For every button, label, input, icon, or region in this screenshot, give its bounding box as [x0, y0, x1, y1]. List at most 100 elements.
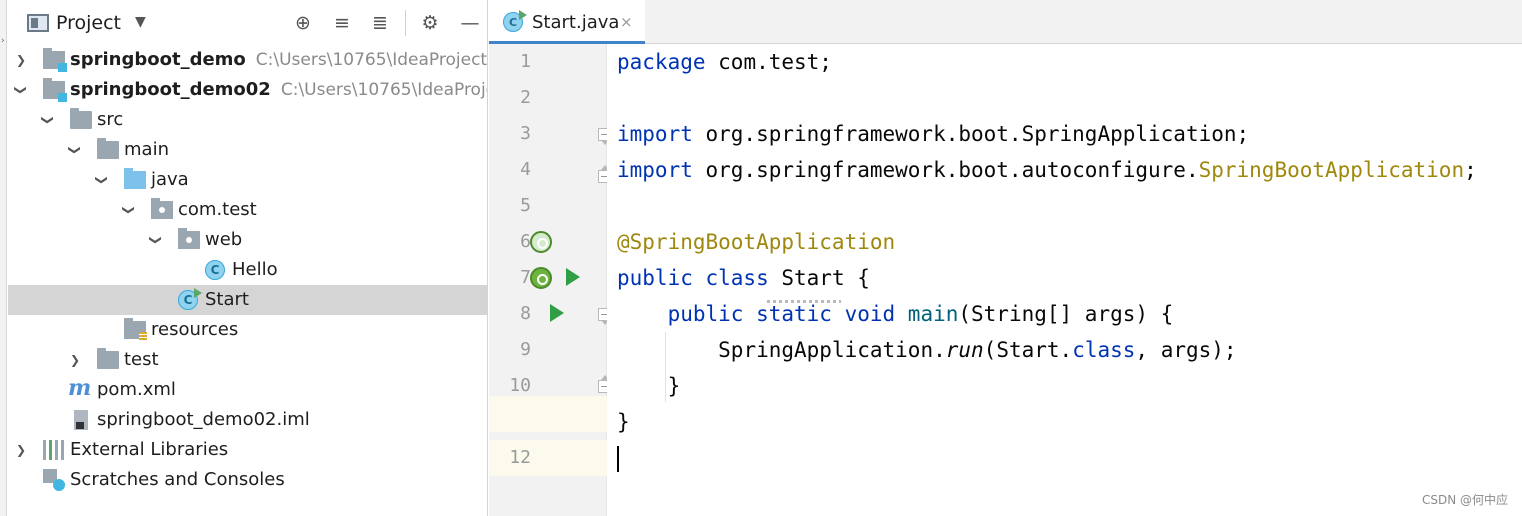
tree-item-label: web: [205, 229, 243, 250]
line-number: 2: [520, 87, 531, 108]
tree-item-scratches[interactable]: Scratches and Consoles: [8, 465, 487, 495]
tree-item-label: External Libraries: [70, 439, 229, 460]
run-icon[interactable]: [550, 304, 564, 322]
tree-item-springboot-demo02[interactable]: ❯ springboot_demo02 C:\Users\10765\IdeaPr…: [6, 75, 488, 105]
code-line-1: package com.test;: [617, 50, 832, 74]
tree-item-label: com.test: [178, 199, 257, 220]
tree-item-com-test[interactable]: ❯ com.test: [8, 195, 487, 225]
tree-item-hello[interactable]: C Hello: [8, 255, 487, 285]
tab-start-java[interactable]: C Start.java ×: [489, 0, 645, 44]
code-area[interactable]: package com.test; import org.springframe…: [607, 44, 1522, 516]
code-line-9: SpringApplication.run(Start.class, args)…: [718, 338, 1237, 362]
run-icon[interactable]: [566, 268, 580, 286]
chevron-down-icon[interactable]: ❯: [87, 173, 117, 187]
locate-icon[interactable]: ⊕: [290, 10, 316, 36]
collapse-all-icon[interactable]: ≣: [367, 10, 393, 36]
project-view-icon: [27, 14, 49, 32]
chevron-right-icon[interactable]: ❯: [68, 345, 82, 375]
tree-item-label: springboot_demo02.iml: [97, 409, 310, 430]
folder-icon: [97, 348, 119, 369]
spring-boot-app-gutter-icon[interactable]: [530, 267, 552, 289]
code-line-3: import org.springframework.boot.SpringAp…: [617, 122, 1250, 146]
code-line-4: import org.springframework.boot.autoconf…: [617, 158, 1477, 182]
code-line-10: }: [617, 374, 681, 398]
tree-item-label: springboot_demo02 C:\Users\10765\IdeaProj…: [70, 79, 488, 100]
class-icon: C: [205, 260, 225, 280]
tree-item-web[interactable]: ❯ web: [8, 225, 487, 255]
code-line-7: public class Start {: [617, 266, 870, 290]
close-icon[interactable]: ×: [620, 13, 633, 31]
tree-item-resources[interactable]: resources: [8, 315, 487, 345]
iml-file-icon: [74, 410, 88, 430]
panel-title[interactable]: Project: [56, 12, 121, 34]
tree-item-iml[interactable]: springboot_demo02.iml: [8, 405, 487, 435]
code-line-6: @SpringBootApplication: [617, 230, 896, 254]
editor-tab-bar: C Start.java ×: [489, 0, 1522, 44]
tree-item-label: Start: [205, 289, 249, 310]
editor-gutter[interactable]: 1 2 3 4 5 6 7 8 9 10 11 12: [489, 44, 611, 516]
spring-bean-gutter-icon[interactable]: [530, 231, 552, 253]
runnable-class-icon: C: [178, 288, 202, 310]
line-number: 9: [520, 339, 531, 360]
tree-item-label: Scratches and Consoles: [70, 469, 285, 490]
tree-item-pom-xml[interactable]: m pom.xml: [8, 375, 487, 405]
watermark: CSDN @何中应: [1421, 493, 1508, 507]
expand-all-icon[interactable]: ≡: [329, 10, 355, 36]
tree-item-springboot-demo[interactable]: ❯ springboot_demo C:\Users\10765\IdeaProj…: [8, 45, 488, 75]
tree-item-test[interactable]: ❯ test: [8, 345, 487, 375]
line-number: 12: [509, 447, 531, 468]
tree-item-external-libraries[interactable]: ❯ External Libraries: [8, 435, 487, 465]
maven-icon: m: [68, 375, 92, 401]
chevron-right-icon[interactable]: ❯: [14, 45, 28, 75]
text-caret: [617, 446, 619, 472]
tool-window-stripe[interactable]: ›: [0, 0, 7, 516]
tree-item-label: Hello: [232, 259, 278, 280]
tree-item-main[interactable]: ❯ main: [8, 135, 487, 165]
tree-item-label: test: [124, 349, 159, 370]
resources-folder-icon: [124, 318, 147, 341]
scratches-icon: [43, 469, 65, 491]
code-editor: C Start.java × 1 2 3 4 5 6 7 8 9 10 11 1…: [489, 0, 1522, 516]
chevron-down-icon[interactable]: ❯: [60, 143, 90, 157]
package-icon: [151, 198, 173, 219]
module-icon: [43, 48, 67, 72]
gear-icon[interactable]: ⚙: [417, 10, 443, 36]
tree-item-label: src: [97, 109, 124, 130]
line-number: 6: [520, 231, 531, 252]
tree-item-label: springboot_demo C:\Users\10765\IdeaProjec…: [70, 49, 488, 70]
line-number: 3: [520, 123, 531, 144]
code-line-11: }: [617, 410, 630, 434]
line-number: 4: [520, 159, 531, 180]
runnable-class-icon: C: [503, 10, 527, 32]
package-icon: [178, 228, 200, 249]
tree-item-src[interactable]: ❯ src: [8, 105, 487, 135]
line-number: 1: [520, 51, 531, 72]
tab-label: Start.java: [532, 12, 620, 33]
chevron-down-icon[interactable]: ❯: [141, 233, 171, 247]
tree-item-label: resources: [151, 319, 239, 340]
folder-icon: [97, 138, 119, 159]
project-tool-window: › Project ▼ ⊕ ≡ ≣ ⚙ — ❯ springboot_demo C…: [0, 0, 488, 516]
line-number: 5: [520, 195, 531, 216]
tree-item-label: pom.xml: [97, 379, 176, 400]
module-icon: [43, 78, 67, 102]
tree-item-java[interactable]: ❯ java: [8, 165, 487, 195]
tree-item-label: main: [124, 139, 169, 160]
source-folder-icon: [124, 168, 146, 189]
toolbar-separator: [405, 10, 406, 36]
chevron-down-icon[interactable]: ❯: [114, 203, 144, 217]
stripe-marker: ›: [1, 36, 5, 46]
project-toolbar: Project ▼ ⊕ ≡ ≣ ⚙ —: [8, 2, 487, 44]
tree-item-label: java: [151, 169, 189, 190]
chevron-down-icon[interactable]: ❯: [6, 83, 36, 97]
chevron-down-icon[interactable]: ▼: [135, 14, 146, 30]
line-number: 7: [520, 267, 531, 288]
libraries-icon: [43, 440, 65, 460]
line-number: 8: [520, 303, 531, 324]
code-line-8: public static void main(String[] args) {: [667, 302, 1174, 326]
tree-item-start[interactable]: C Start: [8, 285, 487, 315]
chevron-down-icon[interactable]: ❯: [33, 113, 63, 127]
chevron-right-icon[interactable]: ❯: [14, 435, 28, 465]
minimize-icon[interactable]: —: [457, 10, 483, 36]
folder-icon: [70, 108, 92, 129]
